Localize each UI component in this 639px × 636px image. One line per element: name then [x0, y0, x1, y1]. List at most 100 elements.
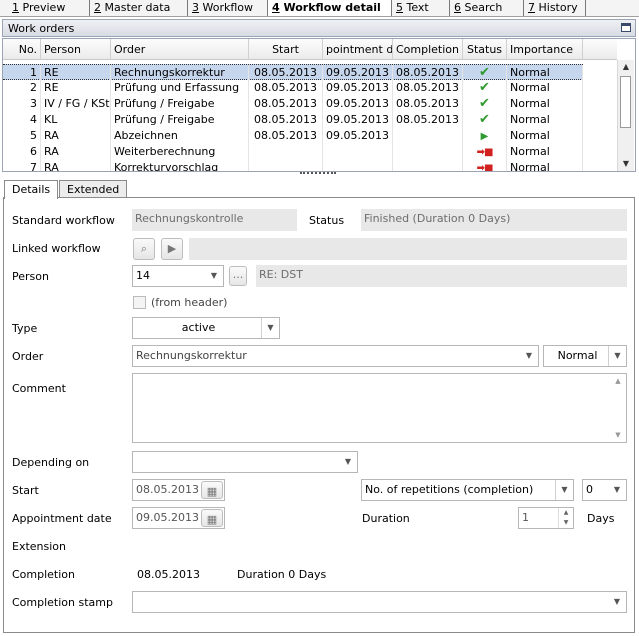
comment-scrollbar[interactable]: ▲ ▼ — [610, 374, 626, 442]
completion-stamp-select[interactable]: ▼ — [132, 591, 627, 613]
scroll-up-icon[interactable]: ▲ — [618, 60, 634, 74]
column-header-no[interactable]: No. — [3, 39, 41, 60]
chevron-down-icon[interactable]: ▼ — [339, 452, 357, 472]
check-icon: ✔ — [479, 80, 490, 95]
repetitions-select[interactable]: No. of repetitions (completion) ▼ — [361, 479, 574, 501]
cell-order: Prüfung und Erfassung — [111, 80, 249, 96]
repetitions-count-select[interactable]: 0 ▼ — [582, 479, 627, 501]
order-select[interactable]: Rechnungskorrektur ▼ — [132, 345, 539, 367]
tab-workflow[interactable]: 3 Workflow — [188, 0, 268, 16]
tab-history[interactable]: 7 History — [524, 0, 586, 16]
maximize-icon[interactable] — [621, 23, 631, 32]
chevron-down-icon[interactable]: ▼ — [608, 346, 626, 366]
panel-splitter[interactable] — [300, 172, 336, 176]
play-icon[interactable]: ▶ — [161, 238, 183, 260]
table-row[interactable]: 7 RA Korrekturvorschlag ➡■ Normal — [3, 160, 583, 172]
chevron-down-icon[interactable]: ▼ — [608, 480, 626, 500]
cell-importance: Normal — [507, 144, 583, 160]
detail-panel: Standard workflow Rechnungskontrolle Sta… — [3, 197, 635, 633]
tab-search[interactable]: 6 Search — [450, 0, 524, 16]
type-select-value: active — [181, 321, 216, 334]
column-header-start[interactable]: Start — [249, 39, 323, 60]
cell-appointment — [323, 160, 393, 171]
cell-person: IV / FG / KSt — [41, 96, 111, 112]
extension-label: Extension — [12, 540, 67, 553]
scroll-down-icon[interactable]: ▼ — [618, 157, 634, 171]
completion-label: Completion — [12, 568, 76, 581]
days-label: Days — [587, 512, 615, 525]
chevron-down-icon[interactable]: ▼ — [555, 480, 573, 500]
check-icon: ✔ — [479, 65, 490, 80]
scroll-up-icon[interactable]: ▲ — [610, 374, 626, 388]
cell-no: 4 — [3, 112, 41, 128]
appointment-date-field[interactable]: 09.05.2013 ▦ — [132, 507, 225, 529]
person-lookup-button[interactable]: ... — [229, 266, 247, 286]
cell-person: RE — [41, 65, 111, 81]
pending-arrow-icon: ➡■ — [476, 147, 494, 158]
status-label: Status — [309, 214, 345, 227]
order-select-value: Rechnungskorrektur — [136, 349, 247, 362]
cell-importance: Normal — [507, 112, 583, 128]
cell-status: ▶ — [463, 128, 507, 144]
start-date-value: 08.05.2013 — [136, 483, 199, 496]
comment-label: Comment — [12, 382, 66, 395]
chevron-down-icon[interactable]: ▼ — [520, 346, 538, 366]
cell-completion — [393, 128, 463, 144]
scroll-down-icon[interactable]: ▼ — [610, 428, 626, 442]
tab-preview[interactable]: 1 Preview — [8, 0, 90, 16]
importance-select[interactable]: Normal ▼ — [543, 345, 627, 367]
table-row[interactable]: 1 RE Rechnungskorrektur 08.05.2013 09.05.201… — [3, 64, 583, 81]
table-row[interactable]: 4 KL Prüfung / Freigabe 08.05.2013 09.05.201… — [3, 112, 583, 128]
status-field: Finished (Duration 0 Days) — [361, 209, 627, 231]
cell-status: ➡■ — [463, 160, 507, 172]
column-header-appointment[interactable]: pointment da — [323, 39, 393, 60]
cell-no: 3 — [3, 96, 41, 112]
tab-master-data[interactable]: 2 Master data — [90, 0, 188, 16]
pending-arrow-icon: ➡■ — [476, 163, 494, 172]
type-select[interactable]: active ▼ — [132, 317, 280, 339]
cell-person: KL — [41, 112, 111, 128]
table-row[interactable]: 6 RA Weiterberechnung ➡■ Normal — [3, 144, 583, 160]
cell-importance: Normal — [507, 128, 583, 144]
person-select-value: 14 — [136, 269, 150, 282]
search-icon[interactable]: ⌕ — [133, 238, 155, 260]
spinner-arrows-icon[interactable]: ▲ ▼ — [558, 508, 573, 528]
grid-vertical-scrollbar[interactable]: ▲ ▼ — [617, 60, 634, 171]
start-date-field[interactable]: 08.05.2013 ▦ — [132, 479, 225, 501]
comment-textarea[interactable]: ▲ ▼ — [132, 373, 627, 443]
calendar-icon[interactable]: ▦ — [201, 509, 223, 527]
tab-text[interactable]: 5 Text — [392, 0, 450, 16]
table-row[interactable]: 2 RE Prüfung und Erfassung 08.05.2013 09.05.… — [3, 80, 583, 96]
scroll-thumb[interactable] — [620, 76, 631, 128]
table-row[interactable]: 5 RA Abzeichnen 08.05.2013 09.05.2013 ▶ Normal — [3, 128, 583, 144]
cell-completion — [393, 160, 463, 171]
chevron-down-icon[interactable]: ▼ — [205, 266, 223, 286]
cell-no: 5 — [3, 128, 41, 144]
cell-status: ✔ — [463, 65, 507, 81]
column-header-status[interactable]: Status — [463, 39, 507, 60]
column-header-order[interactable]: Order — [111, 39, 249, 60]
appointment-date-value: 09.05.2013 — [136, 511, 199, 524]
depending-on-select[interactable]: ▼ — [132, 451, 358, 473]
tab-extended[interactable]: Extended — [59, 180, 128, 198]
tab-workflow-detail[interactable]: 4 Workflow detail — [268, 0, 392, 16]
type-label: Type — [12, 322, 38, 335]
column-header-completion[interactable]: Completion — [393, 39, 463, 60]
cell-no: 1 — [3, 65, 41, 81]
cell-no: 6 — [3, 144, 41, 160]
person-select[interactable]: 14 ▼ — [132, 265, 224, 287]
from-header-checkbox[interactable] — [133, 296, 146, 309]
chevron-down-icon[interactable]: ▼ — [261, 318, 279, 338]
tab-details[interactable]: Details — [4, 180, 59, 199]
completion-duration-value: Duration 0 Days — [237, 568, 327, 581]
cell-status: ➡■ — [463, 144, 507, 160]
cell-order: Weiterberechnung — [111, 144, 249, 160]
calendar-icon[interactable]: ▦ — [201, 481, 223, 499]
duration-spinner[interactable]: 1 ▲ ▼ — [518, 507, 574, 529]
column-header-importance[interactable]: Importance — [507, 39, 583, 60]
cell-completion: 08.05.2013 — [393, 112, 463, 128]
chevron-down-icon[interactable]: ▼ — [608, 592, 626, 612]
column-header-person[interactable]: Person — [41, 39, 111, 60]
column-header-filler — [583, 39, 617, 60]
table-row[interactable]: 3 IV / FG / KSt Prüfung / Freigabe 08.05.20… — [3, 96, 583, 112]
